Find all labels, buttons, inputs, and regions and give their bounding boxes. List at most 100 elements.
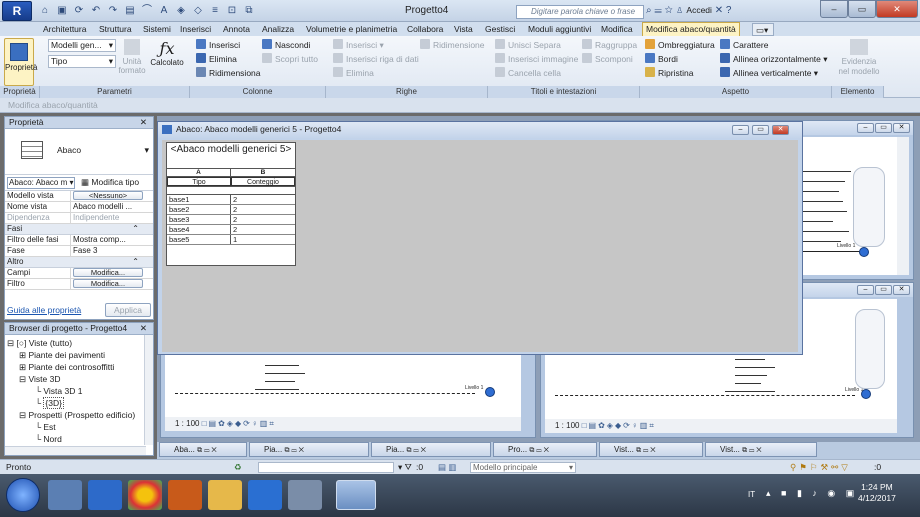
fields-edit-button[interactable]: Modifica...: [73, 268, 143, 277]
scale-label[interactable]: 1 : 100: [555, 421, 579, 430]
cell-tipo[interactable]: base5: [167, 235, 231, 244]
minimize-button[interactable]: –: [820, 0, 848, 18]
print-icon[interactable]: ▤: [123, 4, 137, 18]
tab-annota[interactable]: Annota: [220, 23, 253, 36]
model-category-select[interactable]: Modelli gen... ▾: [48, 39, 116, 52]
col-delete-button[interactable]: Elimina: [196, 52, 261, 66]
doctab-vista-2[interactable]: Vist... ⧉ ▭ ✕: [705, 442, 817, 457]
close-icon[interactable]: ✕: [140, 323, 147, 334]
tab-struttura[interactable]: Struttura: [96, 23, 135, 36]
table-row[interactable]: base3 2: [167, 215, 295, 225]
edit-type-button[interactable]: ▦ Modifica tipo: [81, 177, 139, 188]
group-button[interactable]: Raggruppa: [582, 38, 637, 52]
undo-icon[interactable]: ↶: [89, 4, 103, 18]
user-icon[interactable]: ♙: [676, 5, 684, 16]
tab-analizza[interactable]: Analizza: [259, 23, 297, 36]
doctab-abaco[interactable]: Aba... ⧉ ▭ ✕: [159, 442, 247, 457]
close-icon[interactable]: ✕: [772, 125, 789, 135]
taskbar-chrome-icon[interactable]: [128, 480, 162, 510]
favorites-icon[interactable]: ☆: [665, 5, 673, 16]
column-letter-b[interactable]: B: [231, 169, 295, 176]
col-resize-button[interactable]: Ridimensiona: [196, 66, 261, 80]
close-hidden-icon[interactable]: ⊡: [225, 4, 239, 18]
browser-scrollbar[interactable]: [144, 335, 153, 445]
thin-lines-icon[interactable]: ≡: [208, 4, 222, 18]
table-row[interactable]: base4 2: [167, 225, 295, 235]
tab-inserisci[interactable]: Inserisci: [177, 23, 214, 36]
subscription-icon[interactable]: ☰: [654, 5, 662, 16]
highlight-in-model-button[interactable]: Evidenzia nel modello: [836, 39, 882, 77]
measure-icon[interactable]: ⌒: [140, 4, 154, 18]
cell-conteggio[interactable]: 2: [231, 225, 295, 234]
selection-settings-icons[interactable]: ⚲⚑⚐⚒⚯▽: [790, 460, 851, 474]
tab-modifica[interactable]: Modifica: [598, 23, 636, 36]
minimize-icon[interactable]: –: [857, 123, 874, 133]
taskbar-ie-icon[interactable]: [248, 480, 282, 510]
apply-button[interactable]: Applica: [105, 303, 151, 317]
text-icon[interactable]: A: [157, 4, 171, 18]
tree-item-viste[interactable]: ⊟ [○] Viste (tutto): [7, 337, 153, 349]
tree-item-vista-3d-1[interactable]: └ Vista 3D 1: [7, 385, 153, 397]
column-letter-a[interactable]: A: [167, 169, 231, 176]
merge-button[interactable]: Unisci Separa: [495, 38, 578, 52]
taskbar-tool-icon[interactable]: [288, 480, 322, 510]
navigation-bar[interactable]: [853, 167, 885, 247]
header-conteggio[interactable]: Conteggio: [231, 177, 295, 186]
row-resize-button[interactable]: Ridimensione: [420, 38, 485, 52]
tab-vista[interactable]: Vista: [451, 23, 476, 36]
taskbar-media-icon[interactable]: [88, 480, 122, 510]
section-icon[interactable]: ◇: [191, 4, 205, 18]
font-button[interactable]: Carattere: [720, 38, 828, 52]
tree-item-3d[interactable]: └ {3D}: [7, 397, 153, 409]
instance-selector[interactable]: Abaco: Abaco m ▾: [7, 176, 75, 189]
minimize-icon[interactable]: –: [732, 125, 749, 135]
exchange-icon[interactable]: ✕: [715, 5, 723, 16]
cell-tipo[interactable]: base3: [167, 215, 231, 224]
search-input[interactable]: Digitare parola chiave o frase: [516, 5, 644, 19]
cell-conteggio[interactable]: 1: [231, 235, 295, 244]
tree-item-est[interactable]: └ Est: [7, 421, 153, 433]
switch-windows-icon[interactable]: ⧉: [242, 4, 256, 18]
workset-select[interactable]: [258, 462, 394, 473]
binoculars-icon[interactable]: ⌕: [646, 5, 652, 16]
schedule-heading[interactable]: <Abaco modelli generici 5>: [167, 143, 295, 169]
view-canvas[interactable]: Livello 1: [165, 355, 521, 417]
navigation-bar[interactable]: [855, 309, 885, 389]
calculated-button[interactable]: ƒx Calcolato: [149, 39, 185, 67]
row-delete-button[interactable]: Elimina: [333, 66, 419, 80]
worksharing-icon[interactable]: ♻: [234, 460, 242, 474]
save-icon[interactable]: ▣: [55, 4, 69, 18]
unhide-all-button[interactable]: Scopri tutto: [262, 52, 318, 66]
cell-tipo[interactable]: base4: [167, 225, 231, 234]
close-icon[interactable]: ✕: [140, 117, 147, 128]
open-icon[interactable]: ⌂: [38, 4, 52, 18]
align-vertical-button[interactable]: Allinea verticalmente ▾: [720, 66, 828, 80]
tab-moduli-aggiuntivi[interactable]: Moduli aggiuntivi: [525, 23, 594, 36]
type-select[interactable]: Tipo ▾: [48, 55, 116, 68]
close-button[interactable]: ✕: [876, 0, 918, 18]
unit-format-button[interactable]: Unità formato: [118, 39, 146, 75]
taskbar-app-icon[interactable]: [168, 480, 202, 510]
type-selector[interactable]: Abaco ▾: [5, 129, 153, 175]
view-scrollbar[interactable]: [897, 137, 909, 275]
design-option-icons[interactable]: ▤ ▥: [438, 460, 456, 474]
insert-image-button[interactable]: Inserisci immagine: [495, 52, 578, 66]
taskbar-explorer-icon[interactable]: [208, 480, 242, 510]
tree-item-viste-3d[interactable]: ⊟ Viste 3D: [7, 373, 153, 385]
help-icon[interactable]: ?: [726, 5, 732, 16]
shading-button[interactable]: Ombreggiatura: [645, 38, 715, 52]
tab-modifica-abaco[interactable]: Modifica abaco/quantità: [642, 22, 740, 36]
schedule-canvas[interactable]: <Abaco modelli generici 5> A B Tipo Cont…: [162, 140, 798, 352]
tray-icons[interactable]: ▴ ■ ▮ ♪ ◉ ▣: [766, 488, 858, 499]
maximize-button[interactable]: ▭: [848, 0, 876, 18]
tab-sistemi[interactable]: Sistemi: [140, 23, 174, 36]
clear-cell-button[interactable]: Cancella cella: [495, 66, 578, 80]
hide-button[interactable]: Nascondi: [262, 38, 318, 52]
borders-button[interactable]: Bordi: [645, 52, 715, 66]
tab-options-toggle[interactable]: ▭▾: [752, 23, 774, 36]
filter-icon[interactable]: ▾ ⛛: [398, 460, 412, 474]
properties-help-link[interactable]: Guida alle proprietà: [7, 305, 81, 315]
sign-in-link[interactable]: Accedi: [686, 5, 712, 15]
doctab-vista-1[interactable]: Vist... ⧉ ▭ ✕: [599, 442, 703, 457]
cell-conteggio[interactable]: 2: [231, 195, 295, 204]
